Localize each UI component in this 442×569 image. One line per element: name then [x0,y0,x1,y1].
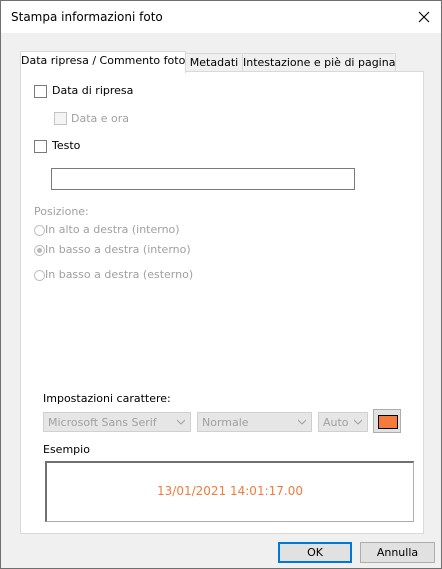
ok-button[interactable]: OK [278,542,352,563]
data-ora-label: Data e ora [71,112,130,125]
radio-top-right-inner[interactable] [34,225,45,236]
radio-bottom-right-outer[interactable] [34,270,45,281]
font-style-select[interactable]: Normale [197,412,312,432]
tab-metadati[interactable]: Metadati [185,53,243,72]
tab-intestazione[interactable]: Intestazione e piè di pagina [242,53,396,72]
example-text: 13/01/2021 14:01:17.00 [157,484,303,498]
font-size-select[interactable]: Auto [318,412,368,432]
chevron-down-icon [177,419,185,425]
example-label: Esempio [43,443,90,456]
data-ripresa-label: Data di ripresa [52,84,134,97]
radio-bottom-right-inner-label: In basso a destra (interno) [45,243,191,256]
close-icon [418,11,430,23]
radio-bottom-right-inner[interactable] [34,245,45,256]
cancel-button[interactable]: Annulla [360,542,435,563]
chevron-down-icon [354,419,362,425]
data-ora-checkbox[interactable] [54,112,67,125]
font-family-select[interactable]: Microsoft Sans Serif [43,412,191,432]
font-settings-label: Impostazioni carattere: [43,392,171,405]
radio-bottom-right-outer-label: In basso a destra (esterno) [45,268,194,281]
posizione-label: Posizione: [34,205,89,218]
font-style-value: Normale [202,416,249,429]
font-color-button[interactable] [373,409,401,433]
testo-checkbox[interactable] [34,140,47,153]
testo-label: Testo [52,139,81,152]
example-preview: 13/01/2021 14:01:17.00 [45,461,414,522]
tab-data-ripresa[interactable]: Data ripresa / Commento foto [20,51,186,73]
data-ripresa-checkbox[interactable] [34,85,47,98]
font-family-value: Microsoft Sans Serif [48,416,157,429]
font-size-value: Auto [323,416,349,429]
window-title: Stampa informazioni foto [11,10,163,24]
print-photo-info-dialog: Stampa informazioni foto Data ripresa / … [0,0,442,569]
testo-input[interactable] [51,168,355,190]
tab-panel: Data di ripresa Data e ora Testo Posizio… [20,71,424,534]
title-bar: Stampa informazioni foto [1,1,441,33]
font-color-swatch [378,415,398,429]
close-button[interactable] [407,1,441,33]
chevron-down-icon [298,419,306,425]
radio-top-right-inner-label: In alto a destra (interno) [45,223,180,236]
